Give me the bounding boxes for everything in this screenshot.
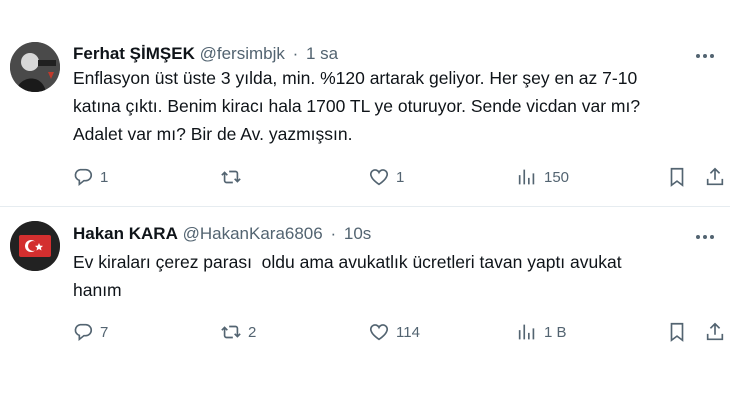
share-button[interactable] [704,319,726,345]
bookmark-button[interactable] [666,164,688,190]
more-icon[interactable] [694,227,716,247]
like-button[interactable]: 1 [368,164,404,190]
like-count: 114 [396,323,420,341]
timestamp[interactable]: 1 sa [306,44,338,63]
share-button[interactable] [704,164,726,190]
more-icon[interactable] [694,46,716,66]
retweet-icon [221,325,241,339]
reply-button[interactable]: 1 [72,164,108,190]
bookmark-icon [670,322,684,342]
views-icon [518,324,535,340]
tweet-text: Ev kiraları çerez parası oldu ama avukat… [73,252,622,300]
retweet-icon [221,170,241,184]
reply-icon [74,323,92,342]
action-bar: 1 1 150 [72,164,724,190]
share-icon [706,322,724,341]
like-count: 1 [396,168,405,186]
like-icon [369,169,389,186]
author-handle[interactable]: @fersimbjk [200,44,285,63]
author-handle[interactable]: @HakanKara6806 [183,224,323,243]
views-button[interactable]: 1 B [516,319,567,345]
share-icon [706,167,724,186]
retweet-button[interactable]: 2 [220,319,256,345]
author-name[interactable]: Ferhat ŞİMŞEK [73,44,195,63]
separator: · [292,44,299,63]
timestamp[interactable]: 10s [344,224,371,243]
views-icon [518,169,535,185]
avatar[interactable] [10,221,60,271]
author-name[interactable]: Hakan KARA [73,224,178,243]
reply-count: 1 [100,168,109,186]
reply-button[interactable]: 7 [72,319,108,345]
bookmark-button[interactable] [666,319,688,345]
like-icon [369,324,389,341]
views-button[interactable]: 150 [516,164,569,190]
tweet[interactable]: Hakan KARA @HakanKara6806 · 10s Ev kiral… [0,207,730,367]
action-bar: 7 2 114 1 B [72,319,724,345]
bookmark-icon [670,167,684,187]
separator: · [330,224,337,243]
views-count: 1 B [544,323,567,341]
retweet-count: 2 [248,323,257,341]
tweet-header: Ferhat ŞİMŞEK @fersimbjk · 1 sa [73,44,338,64]
views-count: 150 [544,168,570,186]
tweet-text: Enflasyon üst üste 3 yılda, min. %120 ar… [73,68,641,144]
reply-icon [74,168,92,187]
tweet-header: Hakan KARA @HakanKara6806 · 10s [73,224,371,244]
avatar[interactable] [10,42,60,92]
like-button[interactable]: 114 [368,319,420,345]
retweet-button[interactable] [220,164,248,190]
tweet[interactable]: Ferhat ŞİMŞEK @fersimbjk · 1 sa Enflasyo… [0,0,730,206]
reply-count: 7 [100,323,109,341]
